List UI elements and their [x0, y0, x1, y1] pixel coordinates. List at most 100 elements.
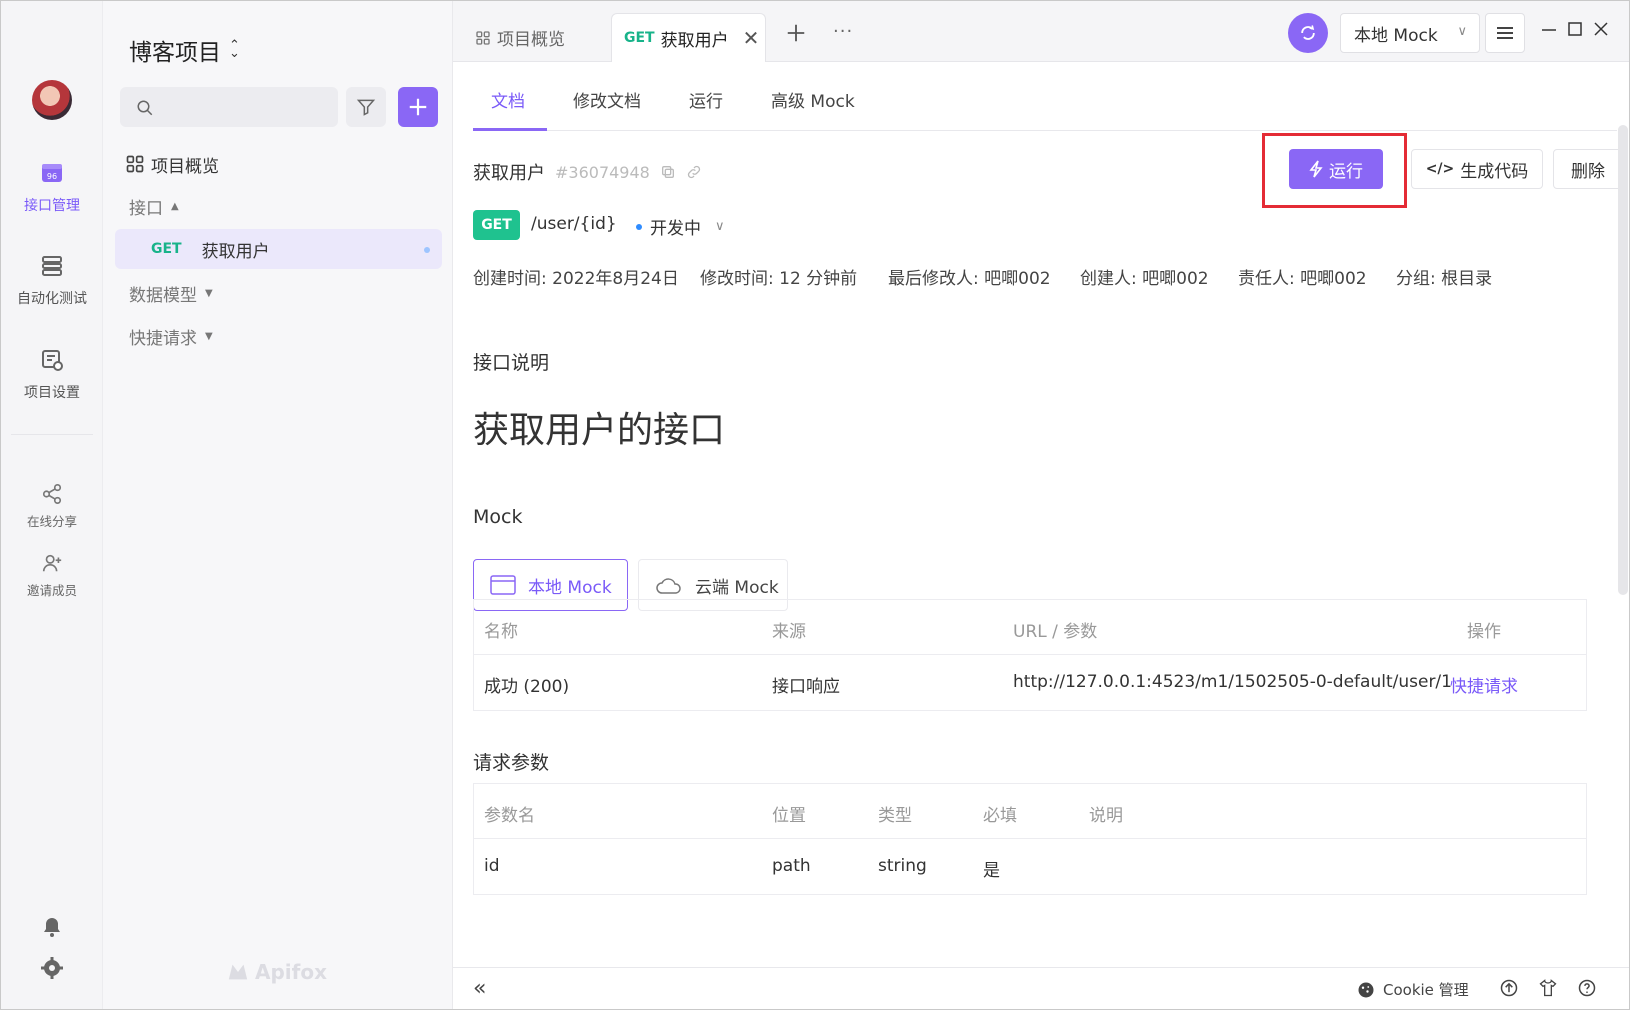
- tree-item-get-user[interactable]: GET 获取用户: [115, 229, 442, 269]
- new-tab-button[interactable]: [785, 21, 807, 51]
- tab-overview[interactable]: 项目概览: [475, 13, 565, 62]
- link-icon[interactable]: [686, 164, 702, 180]
- share-icon: [42, 484, 62, 504]
- tree-group-label: 接口: [129, 198, 163, 219]
- status-footer: « Cookie 管理: [453, 967, 1629, 1009]
- filter-icon: [356, 99, 376, 116]
- subtab-run[interactable]: 运行: [689, 87, 723, 112]
- project-switcher[interactable]: 博客项目 ⌃ ⌄: [129, 33, 240, 67]
- svg-text:96: 96: [47, 172, 57, 181]
- more-tabs-button[interactable]: ···: [833, 21, 853, 42]
- delete-button[interactable]: 删除: [1553, 149, 1623, 189]
- bell-icon[interactable]: [40, 915, 64, 939]
- cookie-manager-button[interactable]: Cookie 管理: [1357, 979, 1469, 1000]
- tree-item-label: 获取用户: [201, 241, 270, 262]
- column-header: 名称: [484, 622, 518, 642]
- meta-group: 分组: 根目录: [1396, 269, 1493, 289]
- tree-item-overview[interactable]: 项目概览: [115, 144, 442, 184]
- column-header: 来源: [772, 622, 806, 642]
- sync-icon: [1301, 25, 1315, 40]
- rail-invite[interactable]: 邀请成员: [1, 552, 103, 599]
- rail-divider: [11, 434, 93, 435]
- mock-name: 成功 (200): [484, 677, 570, 697]
- filter-button[interactable]: [346, 87, 386, 127]
- param-type: string: [878, 856, 927, 876]
- automation-test-icon: [42, 256, 62, 276]
- tree-group-quick-requests[interactable]: 快捷请求 ▼: [115, 316, 442, 356]
- status-select[interactable]: 开发中 ∨: [636, 214, 725, 239]
- rail-share[interactable]: 在线分享: [1, 483, 103, 530]
- rail-item-label: 接口管理: [24, 198, 80, 214]
- close-icon[interactable]: ✕: [743, 26, 760, 50]
- mock-url[interactable]: http://127.0.0.1:4523/m1/1502505-0-defau…: [1013, 672, 1452, 692]
- subtab-advanced-mock[interactable]: 高级 Mock: [771, 87, 855, 112]
- api-id: #36074948: [555, 162, 650, 182]
- param-required: 是: [983, 861, 1000, 881]
- search-input[interactable]: [120, 87, 338, 127]
- minimize-icon[interactable]: [1541, 21, 1557, 37]
- column-header: 类型: [878, 806, 912, 826]
- cloud-icon: [656, 578, 681, 594]
- copy-icon[interactable]: [660, 164, 676, 180]
- icon-rail: 96 接口管理 自动化测试 项目设置 在线分享 邀请成员: [1, 1, 103, 1009]
- meta-created: 创建时间: 2022年8月24日: [473, 269, 679, 289]
- section-title-mock: Mock: [473, 506, 523, 528]
- subtab-edit-doc[interactable]: 修改文档: [573, 87, 641, 112]
- browser-window-icon: [490, 575, 516, 595]
- api-path: /user/{id}: [531, 214, 617, 234]
- cookie-label: Cookie 管理: [1383, 981, 1469, 999]
- apifox-logo-icon: [228, 964, 248, 980]
- environment-select[interactable]: 本地 Mock ∨: [1340, 13, 1480, 53]
- tree-group-label: 快捷请求: [129, 328, 197, 349]
- upload-circle-icon[interactable]: [1499, 978, 1519, 998]
- rail-item-api-management[interactable]: 96 接口管理: [1, 161, 103, 215]
- generate-code-button[interactable]: </> 生成代码: [1411, 149, 1543, 189]
- invite-member-icon: [42, 554, 62, 572]
- sync-button[interactable]: [1288, 13, 1328, 53]
- rail-item-label: 自动化测试: [17, 291, 87, 307]
- hamburger-icon: [1497, 27, 1513, 39]
- rail-invite-label: 邀请成员: [26, 583, 77, 598]
- doc-subtabs: 文档 修改文档 运行 高级 Mock: [473, 62, 1617, 131]
- rail-share-label: 在线分享: [26, 514, 77, 529]
- main-content: 文档 修改文档 运行 高级 Mock 获取用户 #36074948 运行 </>…: [453, 62, 1623, 967]
- unsaved-dot-icon: [424, 247, 430, 253]
- quick-request-link[interactable]: 快捷请求: [1450, 672, 1518, 697]
- mock-tab-label: 本地 Mock: [528, 577, 612, 598]
- rail-item-label: 项目设置: [24, 385, 80, 401]
- tree-group-api[interactable]: 接口 ▲: [115, 186, 442, 226]
- tree-group-data-models[interactable]: 数据模型 ▼: [115, 273, 442, 313]
- run-button-label: 运行: [1329, 161, 1363, 182]
- rail-item-automation-test[interactable]: 自动化测试: [1, 254, 103, 308]
- grid-icon: [476, 30, 490, 45]
- subtab-doc[interactable]: 文档: [491, 87, 525, 112]
- params-table: 参数名 位置 类型 必填 说明 id path string 是: [473, 783, 1587, 895]
- maximize-icon[interactable]: [1567, 21, 1583, 37]
- gear-icon[interactable]: [40, 956, 64, 980]
- rail-item-project-settings[interactable]: 项目设置: [1, 348, 103, 402]
- add-button[interactable]: [398, 87, 438, 127]
- grid-icon: [126, 155, 144, 173]
- help-icon[interactable]: [1577, 978, 1597, 998]
- shirt-icon[interactable]: [1538, 978, 1558, 998]
- menu-button[interactable]: [1485, 13, 1525, 53]
- mock-source: 接口响应: [772, 677, 840, 697]
- section-title-description: 接口说明: [473, 352, 550, 374]
- status-dot-icon: [636, 223, 642, 230]
- column-header: 必填: [983, 806, 1017, 826]
- lightning-icon: [1309, 160, 1323, 178]
- api-description: 获取用户的接口: [473, 410, 726, 451]
- tab-get-user[interactable]: GET 获取用户 ✕: [611, 13, 766, 62]
- logo-text: Apifox: [255, 960, 327, 984]
- api-title-row: 获取用户 #36074948: [473, 159, 702, 185]
- run-button[interactable]: 运行: [1289, 149, 1383, 189]
- method-tag: GET: [151, 241, 182, 257]
- chevron-down-icon: ∨: [715, 219, 725, 234]
- vertical-scrollbar[interactable]: [1618, 125, 1628, 595]
- window-close-icon[interactable]: [1593, 21, 1609, 37]
- method-tag: GET: [624, 30, 655, 46]
- tree-item-label: 项目概览: [151, 156, 219, 177]
- plus-icon: [787, 24, 805, 42]
- collapse-sidebar-icon[interactable]: «: [473, 976, 486, 1001]
- avatar[interactable]: [32, 80, 72, 120]
